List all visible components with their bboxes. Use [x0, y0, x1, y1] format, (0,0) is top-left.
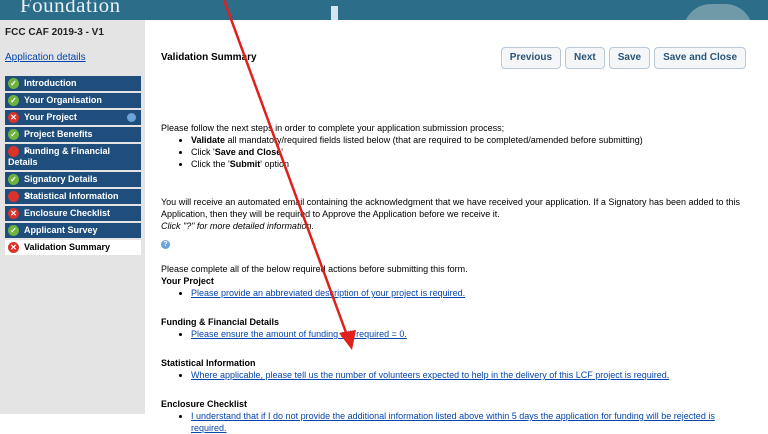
section-heading: Funding & Financial Details — [161, 317, 280, 327]
sidebar-item-signatory-details[interactable]: ✓ Signatory Details — [5, 172, 141, 187]
section-enclosure-checklist: Enclosure Checklist I understand that if… — [161, 398, 751, 434]
instructions-steps: Validate all mandatory/required fields l… — [161, 134, 751, 170]
step-save-close-prefix: Click ' — [191, 147, 215, 157]
sidebar-item-label: Your Organisation — [24, 95, 102, 105]
sidebar-item-label: Introduction — [24, 78, 77, 88]
page-title: Validation Summary — [161, 52, 257, 63]
required-action-link[interactable]: Please provide an abbreviated descriptio… — [191, 288, 465, 298]
section-your-project: Your Project Please provide an abbreviat… — [161, 275, 751, 299]
step-save-close: Click 'Save and Close' — [191, 146, 751, 158]
app-header: Foundation — [0, 0, 768, 20]
check-icon: ✓ — [8, 78, 19, 89]
list-item: Where applicable, please tell us the num… — [191, 369, 751, 381]
sidebar-item-label: Statistical Information — [24, 191, 119, 201]
previous-button[interactable]: Previous — [500, 47, 562, 69]
step-validate-emphasis: Validate — [191, 135, 226, 145]
section-statistical-information: Statistical Information Where applicable… — [161, 357, 751, 381]
action-toolbar: Previous Next Save Save and Close — [497, 47, 746, 69]
list-item: Please provide an abbreviated descriptio… — [191, 287, 751, 299]
step-save-close-suffix: ' — [281, 147, 283, 157]
step-submit-suffix: ' option — [260, 159, 289, 169]
email-notice: You will receive an automated email cont… — [161, 196, 751, 232]
section-heading: Enclosure Checklist — [161, 399, 248, 409]
check-icon: ✓ — [8, 174, 19, 185]
required-action-link[interactable]: Where applicable, please tell us the num… — [191, 370, 669, 380]
sidebar-item-label: Project Benefits — [24, 129, 93, 139]
step-submit-emphasis: Submit — [229, 159, 261, 169]
sidebar-item-statistical-information[interactable]: ✕ Statistical Information — [5, 189, 141, 204]
sidebar: FCC CAF 2019-3 - V1 Application details … — [0, 20, 145, 414]
cross-icon: ✕ — [8, 242, 19, 253]
save-and-close-button[interactable]: Save and Close — [654, 47, 746, 69]
application-details-link[interactable]: Application details — [5, 52, 86, 63]
sidebar-item-label: Enclosure Checklist — [24, 208, 111, 218]
help-icon[interactable]: ? — [161, 240, 170, 249]
step-validate: Validate all mandatory/required fields l… — [191, 134, 751, 146]
sidebar-item-label: Validation Summary — [24, 242, 111, 252]
sidebar-nav: ✓ Introduction ✓ Your Organisation ✕ You… — [5, 76, 141, 257]
check-icon: ✓ — [8, 225, 19, 236]
cross-icon: ✕ — [8, 146, 31, 157]
expand-icon[interactable] — [127, 113, 136, 122]
sidebar-item-introduction[interactable]: ✓ Introduction — [5, 76, 141, 91]
header-decoration — [331, 6, 338, 20]
step-submit: Click the 'Submit' option — [191, 158, 751, 170]
sidebar-item-enclosure-checklist[interactable]: ✕ Enclosure Checklist — [5, 206, 141, 221]
sidebar-item-label: Signatory Details — [24, 174, 98, 184]
required-actions-intro: Please complete all of the below require… — [161, 263, 751, 275]
section-funding-financial: Funding & Financial Details Please ensur… — [161, 316, 751, 340]
instructions: Please follow the next steps in order to… — [161, 122, 751, 170]
required-action-link[interactable]: Please ensure the amount of funding stil… — [191, 329, 407, 339]
instructions-intro: Please follow the next steps in order to… — [161, 123, 505, 133]
step-submit-prefix: Click the ' — [191, 159, 230, 169]
check-icon: ✓ — [8, 95, 19, 106]
save-button[interactable]: Save — [608, 47, 651, 69]
sidebar-item-validation-summary[interactable]: ✕ Validation Summary — [5, 240, 141, 255]
help-note-text: Click "?" for more detailed information. — [161, 221, 314, 231]
email-note-text: You will receive an automated email cont… — [161, 197, 741, 219]
main-content: Validation Summary Previous Next Save Save … — [161, 20, 761, 433]
required-intro-text: Please complete all of the below require… — [161, 264, 468, 274]
sidebar-item-project-benefits[interactable]: ✓ Project Benefits — [5, 127, 141, 142]
cross-icon: ✕ — [8, 208, 19, 219]
sidebar-item-applicant-survey[interactable]: ✓ Applicant Survey — [5, 223, 141, 238]
sidebar-item-funding-financial-details[interactable]: ✕ Funding & Financial Details — [5, 144, 141, 170]
sidebar-item-your-project[interactable]: ✕ Your Project — [5, 110, 141, 125]
application-reference: FCC CAF 2019-3 - V1 — [5, 27, 104, 38]
header-logo-shape — [683, 4, 753, 20]
brand-title: Foundation — [20, 0, 121, 17]
sidebar-item-your-organisation[interactable]: ✓ Your Organisation — [5, 93, 141, 108]
cross-icon: ✕ — [8, 191, 31, 202]
step-validate-text: all mandatory/required fields listed bel… — [225, 135, 643, 145]
required-action-link[interactable]: I understand that if I do not provide th… — [191, 411, 715, 433]
sidebar-item-label: Applicant Survey — [24, 225, 98, 235]
section-heading: Statistical Information — [161, 358, 256, 368]
section-heading: Your Project — [161, 276, 214, 286]
step-save-close-emphasis: Save and Close — [214, 147, 282, 157]
cross-icon: ✕ — [8, 112, 19, 123]
list-item: Please ensure the amount of funding stil… — [191, 328, 751, 340]
sidebar-item-label: Your Project — [24, 112, 77, 122]
next-button[interactable]: Next — [565, 47, 605, 69]
check-icon: ✓ — [8, 129, 19, 140]
